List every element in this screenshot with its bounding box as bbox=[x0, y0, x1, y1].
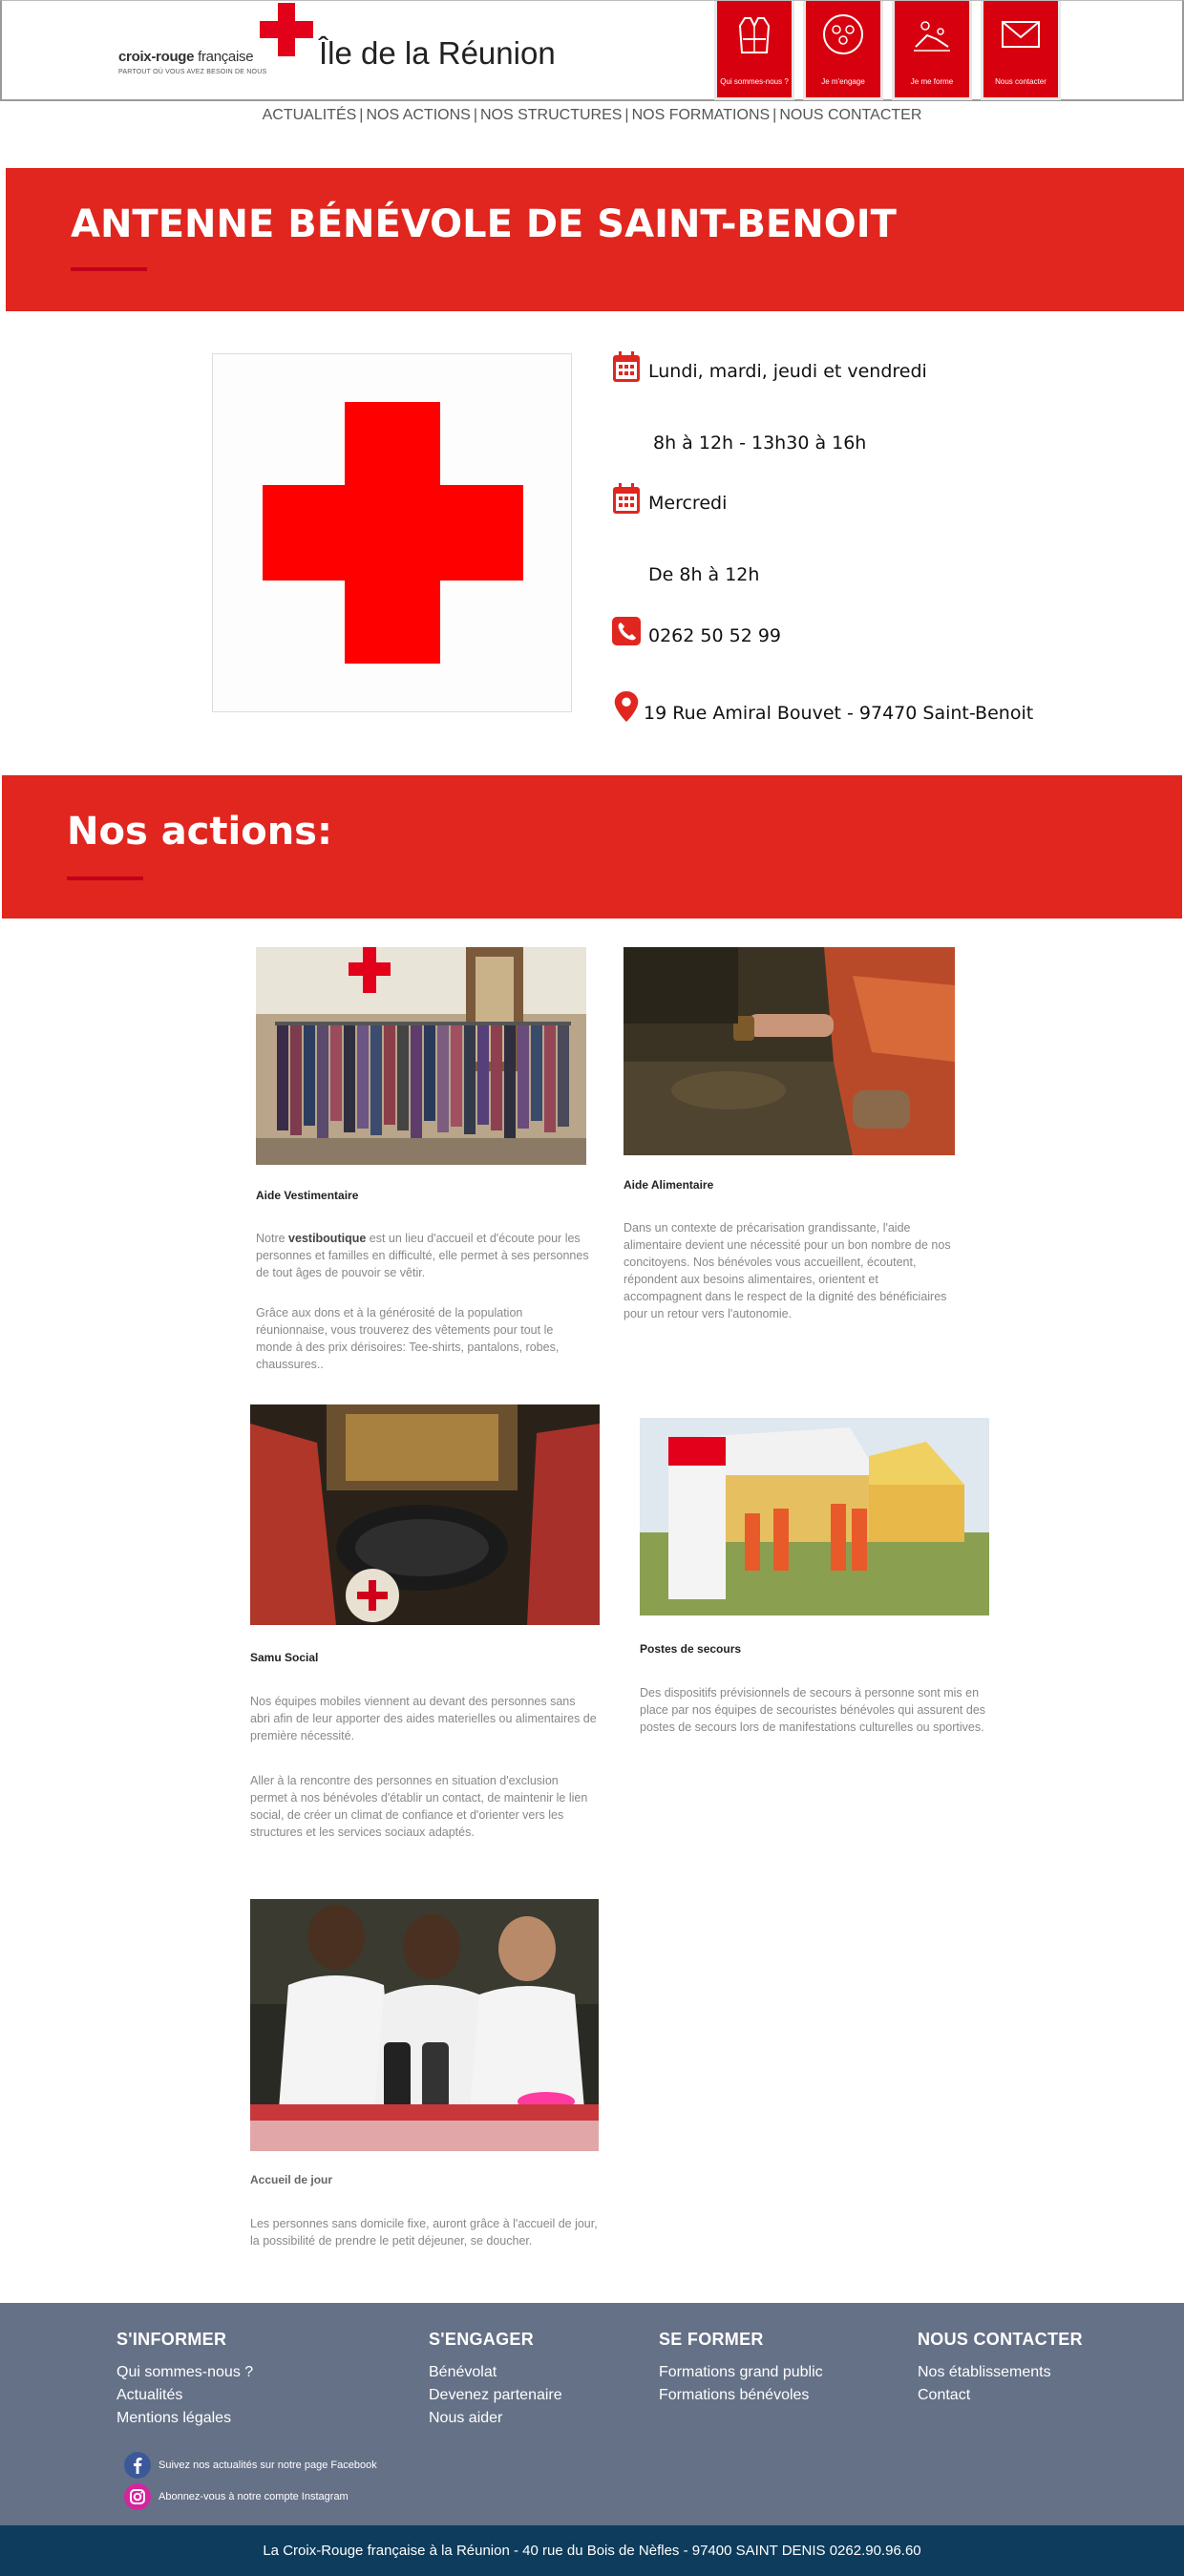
nav-nos-structures[interactable]: NOS STRUCTURES bbox=[480, 107, 622, 123]
footer-link-nos-etablissements[interactable]: Nos établissements bbox=[918, 2361, 1083, 2384]
envelope-icon bbox=[1002, 21, 1040, 48]
nav-nous-contacter[interactable]: NOUS CONTACTER bbox=[779, 107, 921, 123]
location-pin-icon bbox=[614, 690, 639, 723]
page-title-banner: ANTENNE BÉNÉVOLE DE SAINT-BENOIT bbox=[6, 168, 1184, 311]
page-title: ANTENNE BÉNÉVOLE DE SAINT-BENOIT bbox=[71, 202, 897, 246]
footer-link-formations-benevoles[interactable]: Formations bénévoles bbox=[659, 2384, 823, 2407]
action-text-samu-social-1: Nos équipes mobiles viennent au devant d… bbox=[250, 1695, 597, 1742]
action-title-aide-alimentaire: Aide Alimentaire bbox=[624, 1178, 714, 1192]
site-footer: S'INFORMER Qui sommes-nous ? Actualités … bbox=[0, 2303, 1184, 2525]
accueil-de-jour-photo bbox=[250, 1899, 599, 2151]
postes-de-secours-photo bbox=[640, 1418, 989, 1615]
tile-nous-contacter[interactable]: Nous contacter bbox=[981, 1, 1061, 100]
tile-je-me-forme[interactable]: Je me forme bbox=[892, 1, 972, 100]
first-aid-training-icon bbox=[914, 21, 950, 52]
action-title-accueil-de-jour: Accueil de jour bbox=[250, 2173, 333, 2186]
footer-col-engager: S'ENGAGER Bénévolat Devenez partenaire N… bbox=[429, 2330, 562, 2430]
footer-heading: S'ENGAGER bbox=[429, 2330, 534, 2349]
footer-link-contact[interactable]: Contact bbox=[918, 2384, 1083, 2407]
footer-col-contacter: NOUS CONTACTER Nos établissements Contac… bbox=[918, 2330, 1083, 2407]
red-cross-image bbox=[212, 353, 572, 712]
action-title-postes-de-secours: Postes de secours bbox=[640, 1642, 742, 1656]
title-underline bbox=[71, 267, 147, 271]
footer-link-nous-aider[interactable]: Nous aider bbox=[429, 2407, 562, 2430]
instagram-link[interactable]: Abonnez-vous à notre compte Instagram bbox=[124, 2483, 349, 2510]
phone-number[interactable]: 0262 50 52 99 bbox=[648, 625, 781, 646]
action-text-postes-de-secours: Des dispositifs prévisionnels de secours… bbox=[640, 1686, 986, 1734]
footer-heading: S'INFORMER bbox=[116, 2330, 227, 2349]
vestiboutique-photo bbox=[256, 947, 586, 1165]
action-text-aide-vestimentaire-2: Grâce aux dons et à la générosité de la … bbox=[256, 1306, 560, 1371]
nav-nos-formations[interactable]: NOS FORMATIONS bbox=[632, 107, 771, 123]
facebook-link[interactable]: Suivez nos actualités sur notre page Fac… bbox=[124, 2452, 377, 2479]
phone-icon bbox=[612, 617, 641, 645]
footer-link-qui-sommes-nous[interactable]: Qui sommes-nous ? bbox=[116, 2361, 253, 2384]
actions-banner: Nos actions: bbox=[2, 775, 1182, 918]
opening-hours-1: 8h à 12h - 13h30 à 16h bbox=[653, 433, 867, 454]
tile-qui-sommes-nous[interactable]: Qui sommes-nous ? bbox=[714, 1, 794, 100]
footer-link-actualites[interactable]: Actualités bbox=[116, 2384, 253, 2407]
nav-nos-actions[interactable]: NOS ACTIONS bbox=[366, 107, 470, 123]
text-nav: ACTUALITÉS | NOS ACTIONS | NOS STRUCTURES | NO… bbox=[262, 107, 922, 123]
vest-icon bbox=[738, 17, 771, 53]
opening-days-2: Mercredi bbox=[648, 493, 728, 514]
title-underline bbox=[67, 876, 143, 880]
action-text-aide-vestimentaire-1: Notre vestiboutique est un lieu d'accuei… bbox=[256, 1232, 589, 1279]
tile-je-m-engage[interactable]: Je m'engage bbox=[803, 1, 883, 100]
calendar-icon bbox=[613, 483, 640, 514]
actions-title: Nos actions: bbox=[67, 810, 332, 854]
samu-social-photo bbox=[250, 1404, 600, 1625]
site-logo[interactable]: croix-rouge française PARTOUT OÙ VOUS AV… bbox=[118, 1, 319, 96]
footer-heading: SE FORMER bbox=[659, 2330, 764, 2349]
tile-nav: Qui sommes-nous ? Je m'engage Je me form… bbox=[714, 1, 1062, 100]
site-header: croix-rouge française PARTOUT OÙ VOUS AV… bbox=[0, 0, 1184, 101]
footer-col-informer: S'INFORMER Qui sommes-nous ? Actualités … bbox=[116, 2330, 253, 2430]
site-region-title: Île de la Réunion bbox=[319, 35, 556, 71]
footer-heading: NOUS CONTACTER bbox=[918, 2330, 1083, 2349]
people-icon bbox=[823, 14, 863, 54]
action-text-samu-social-2: Aller à la rencontre des personnes en si… bbox=[250, 1774, 588, 1839]
logo-tagline: PARTOUT OÙ VOUS AVEZ BESOIN DE NOUS bbox=[118, 69, 267, 75]
footer-link-formations-grand-public[interactable]: Formations grand public bbox=[659, 2361, 823, 2384]
action-text-aide-alimentaire: Dans un contexte de précarisation grandi… bbox=[624, 1221, 951, 1320]
action-title-samu-social: Samu Social bbox=[250, 1651, 319, 1664]
opening-hours-2: De 8h à 12h bbox=[648, 564, 760, 585]
footer-link-benevolat[interactable]: Bénévolat bbox=[429, 2361, 562, 2384]
footer-address-bar: La Croix-Rouge française à la Réunion - … bbox=[0, 2525, 1184, 2576]
instagram-icon bbox=[124, 2483, 151, 2510]
address: 19 Rue Amiral Bouvet - 97470 Saint-Benoi… bbox=[644, 703, 1034, 724]
calendar-icon bbox=[613, 351, 640, 382]
logo-wordmark: croix-rouge française bbox=[118, 49, 254, 65]
action-text-accueil-de-jour: Les personnes sans domicile fixe, auront… bbox=[250, 2217, 598, 2248]
nav-actualites[interactable]: ACTUALITÉS bbox=[263, 107, 357, 123]
aide-alimentaire-photo bbox=[624, 947, 955, 1155]
footer-link-devenez-partenaire[interactable]: Devenez partenaire bbox=[429, 2384, 562, 2407]
opening-days-1: Lundi, mardi, jeudi et vendredi bbox=[648, 361, 927, 382]
action-title-aide-vestimentaire: Aide Vestimentaire bbox=[256, 1189, 359, 1202]
footer-col-former: SE FORMER Formations grand public Format… bbox=[659, 2330, 823, 2407]
red-cross-logo-icon bbox=[260, 3, 313, 56]
facebook-icon bbox=[124, 2452, 151, 2479]
footer-link-mentions-legales[interactable]: Mentions légales bbox=[116, 2407, 253, 2430]
